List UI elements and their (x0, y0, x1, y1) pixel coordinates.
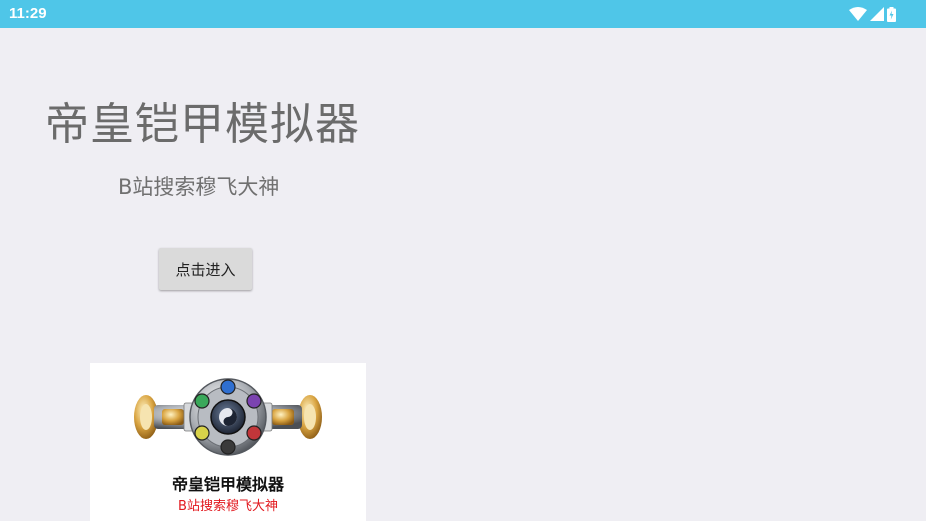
battery-charging-icon (887, 6, 896, 22)
status-icons (849, 6, 896, 22)
preview-card[interactable]: 帝皇铠甲模拟器 B站搜索穆飞大神 (90, 363, 366, 521)
app-title: 帝皇铠甲模拟器 (45, 99, 360, 150)
belt-illustration (134, 378, 322, 456)
enter-button[interactable]: 点击进入 (159, 248, 252, 290)
status-time: 11:29 (9, 5, 47, 22)
signal-icon (870, 7, 884, 21)
card-subtitle: B站搜索穆飞大神 (178, 499, 278, 514)
app-subtitle: B站搜索穆飞大神 (118, 175, 280, 199)
status-bar: 11:29 (0, 0, 926, 28)
wifi-icon (849, 7, 867, 21)
card-title: 帝皇铠甲模拟器 (171, 475, 284, 494)
